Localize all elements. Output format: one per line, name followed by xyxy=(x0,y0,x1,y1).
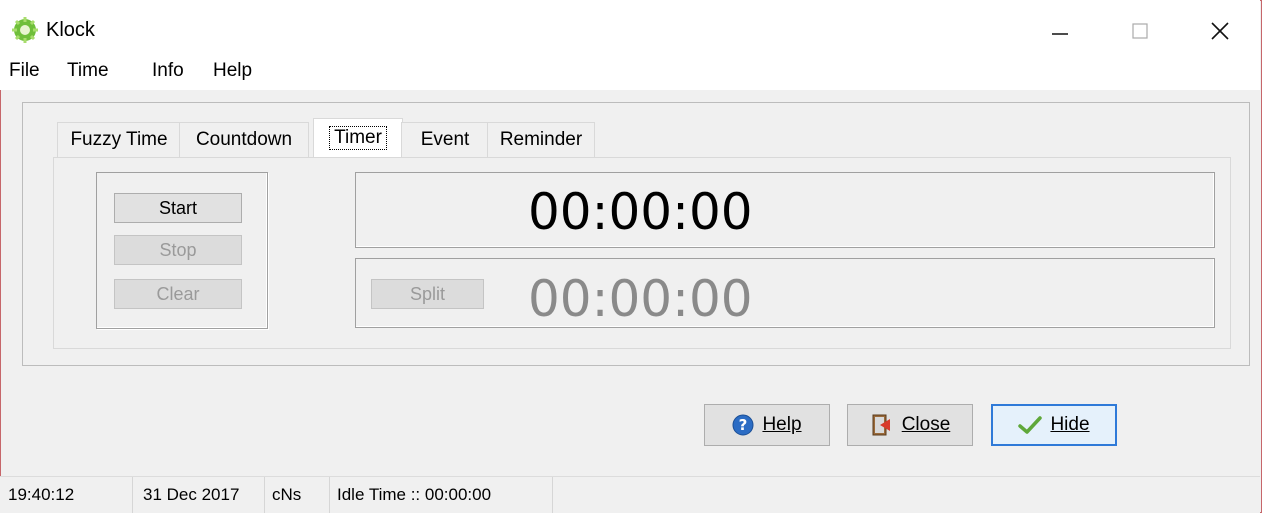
split-button[interactable]: Split xyxy=(371,279,484,309)
title-bar[interactable]: Klock xyxy=(0,0,1260,56)
maximize-button[interactable] xyxy=(1110,10,1170,52)
status-separator xyxy=(132,477,133,513)
checkmark-icon xyxy=(1018,416,1043,434)
status-separator xyxy=(264,477,265,513)
tab-fuzzy-time[interactable]: Fuzzy Time xyxy=(57,122,181,157)
start-button[interactable]: Start xyxy=(114,193,242,223)
main-time-display xyxy=(355,172,1215,248)
close-button[interactable]: Close xyxy=(847,404,973,446)
stop-button[interactable]: Stop xyxy=(114,235,242,265)
minimize-button[interactable] xyxy=(1030,10,1090,52)
tab-countdown[interactable]: Countdown xyxy=(179,122,309,157)
status-idle-time: Idle Time :: 00:00:00 xyxy=(337,485,492,504)
tab-timer[interactable]: Timer xyxy=(313,118,403,157)
help-icon: ? xyxy=(732,414,754,436)
klock-app-icon xyxy=(12,17,38,43)
status-mode: cNs xyxy=(272,485,302,504)
status-date: 31 Dec 2017 xyxy=(143,485,240,504)
minimize-icon xyxy=(1052,33,1068,35)
menu-file[interactable]: File xyxy=(9,60,40,82)
status-bar: 19:40:12 31 Dec 2017 cNs Idle Time :: 00… xyxy=(0,476,1260,513)
hide-button[interactable]: Hide xyxy=(991,404,1117,446)
help-button[interactable]: ? Help xyxy=(704,404,830,446)
status-time: 19:40:12 xyxy=(8,485,75,504)
status-separator xyxy=(552,477,553,513)
tab-label: Fuzzy Time xyxy=(70,129,168,150)
status-separator xyxy=(329,477,330,513)
help-button-label: Help xyxy=(762,414,802,435)
tab-label: Countdown xyxy=(195,129,293,150)
close-window-button[interactable] xyxy=(1190,10,1250,52)
tab-label: Event xyxy=(420,129,470,150)
tab-reminder[interactable]: Reminder xyxy=(487,122,595,157)
tab-label: Reminder xyxy=(499,129,583,150)
maximize-icon xyxy=(1132,23,1148,39)
close-icon xyxy=(1211,22,1229,40)
menu-bar: File Time Info Help xyxy=(0,56,1260,90)
menu-time[interactable]: Time xyxy=(67,60,109,82)
split-time-display xyxy=(355,258,1215,328)
clear-button[interactable]: Clear xyxy=(114,279,242,309)
main-time-value: 00:00:00 xyxy=(528,183,753,241)
tab-label: Timer xyxy=(329,126,387,150)
tab-event[interactable]: Event xyxy=(401,122,489,157)
menu-info[interactable]: Info xyxy=(152,60,184,82)
window-title: Klock xyxy=(46,19,95,41)
svg-text:?: ? xyxy=(739,416,748,434)
split-time-value: 00:00:00 xyxy=(528,270,753,328)
menu-help[interactable]: Help xyxy=(213,60,252,82)
exit-door-icon xyxy=(872,414,890,436)
close-button-label: Close xyxy=(901,414,951,435)
hide-button-label: Hide xyxy=(1050,414,1090,435)
